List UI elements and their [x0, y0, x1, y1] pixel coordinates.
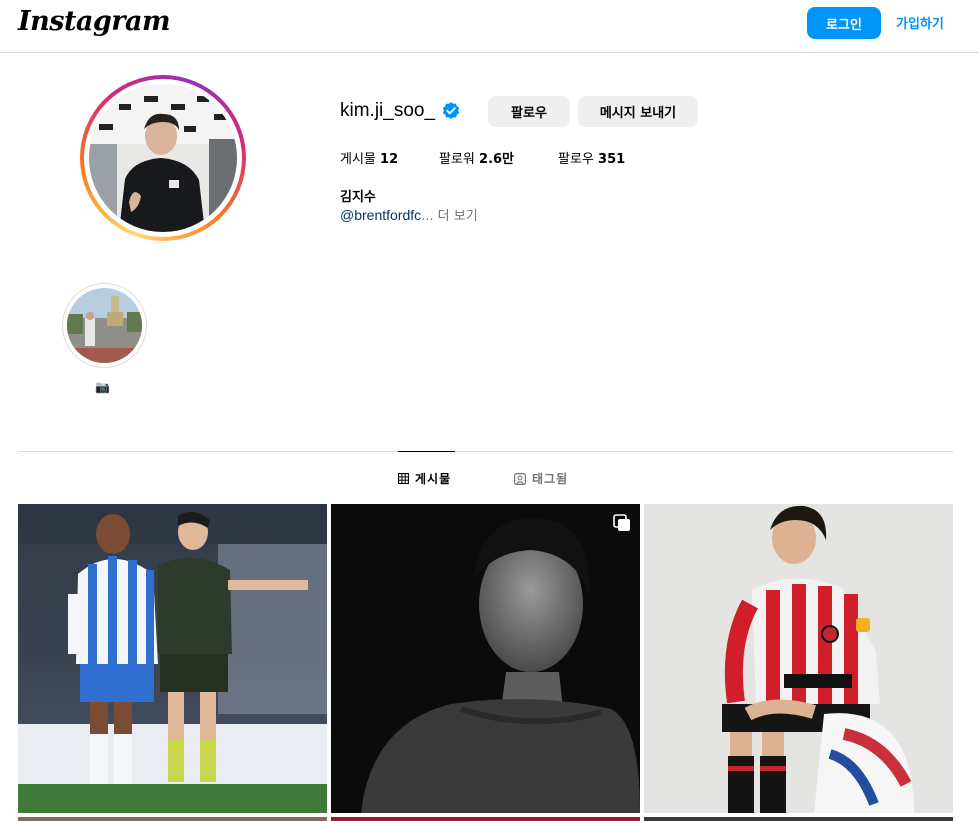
post-thumbnail[interactable]: [331, 817, 640, 821]
active-tab-indicator: [398, 451, 455, 452]
highlight-photo: [67, 288, 142, 363]
following-count[interactable]: 팔로우 351: [558, 148, 625, 167]
story-highlight[interactable]: [62, 283, 147, 368]
bio: @brentfordfc... 더 보기: [340, 205, 478, 224]
bio-more-link[interactable]: ... 더 보기: [421, 209, 478, 224]
instagram-logo[interactable]: Instagram: [18, 6, 171, 37]
followers-count[interactable]: 팔로워 2.6만: [439, 148, 514, 167]
tab-tagged[interactable]: 태그됨: [514, 470, 568, 487]
highlight-label: 📷: [95, 380, 110, 394]
message-button[interactable]: 메시지 보내기: [578, 96, 698, 127]
profile-avatar[interactable]: [80, 75, 246, 241]
posts-count: 게시물 12: [340, 152, 399, 167]
post-thumbnail[interactable]: [18, 504, 327, 813]
profile-full-name: 김지수: [340, 190, 376, 205]
bio-mention-link[interactable]: @brentfordfc: [340, 207, 421, 223]
follow-button[interactable]: 팔로우: [488, 96, 570, 127]
grid-icon: [398, 473, 409, 484]
profile-username: kim.ji_soo_: [340, 100, 436, 121]
post-thumbnail[interactable]: [644, 817, 953, 821]
signup-link[interactable]: 가입하기: [896, 13, 944, 32]
verified-badge-icon: [442, 102, 460, 119]
top-bar: Instagram 로그인 가입하기: [0, 0, 979, 53]
post-thumbnail[interactable]: [18, 817, 327, 821]
tagged-user-icon: [514, 472, 526, 485]
post-thumbnail[interactable]: [644, 504, 953, 813]
avatar-photo: [89, 84, 237, 232]
tabs-divider: [18, 451, 953, 452]
tab-posts[interactable]: 게시물: [398, 470, 451, 487]
post-thumbnail[interactable]: [331, 504, 640, 813]
login-button[interactable]: 로그인: [807, 7, 881, 39]
